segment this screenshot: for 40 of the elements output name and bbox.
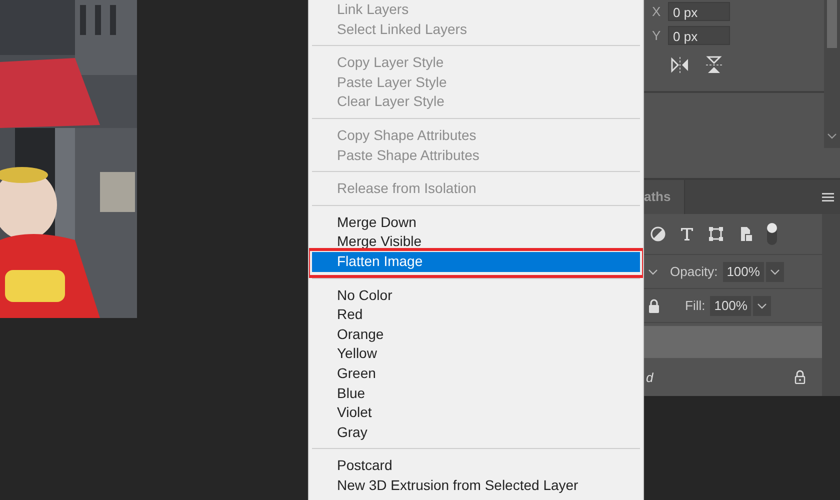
type-layer-icon[interactable] [679, 226, 695, 242]
menu-item[interactable]: Flatten Image [312, 252, 640, 272]
menu-item[interactable]: Postcard [312, 456, 640, 476]
scrollbar[interactable] [822, 214, 840, 396]
dropdown-button[interactable] [766, 262, 784, 282]
menu-item[interactable]: New 3D Extrusion from Selected Layer [312, 476, 640, 496]
flip-horizontal-icon[interactable] [670, 56, 690, 74]
menu-item[interactable]: Merge Down [312, 212, 640, 232]
lock-icon[interactable] [794, 370, 806, 384]
menu-item[interactable]: Merge Visible [312, 232, 640, 252]
chevron-down-icon[interactable] [648, 268, 658, 274]
input-field[interactable]: 0 px [668, 2, 730, 20]
flip-vertical-icon[interactable] [704, 55, 724, 75]
dropdown-button[interactable] [753, 296, 772, 316]
opacity-label: Opacity: [670, 264, 718, 279]
menu-item[interactable]: Yellow [312, 344, 640, 364]
chevron-down-icon [757, 302, 768, 308]
fill-label: Fill: [685, 298, 706, 313]
input-field[interactable]: 0 px [668, 26, 730, 44]
fill-field[interactable]: 100% [710, 296, 752, 316]
menu-item[interactable]: Gray [312, 422, 640, 442]
scrollbar-thumb[interactable] [827, 0, 837, 48]
menu-icon[interactable] [822, 192, 834, 202]
menu-item[interactable]: Blue [312, 384, 640, 404]
scrollbar[interactable] [824, 0, 840, 148]
lock-icon[interactable] [648, 298, 660, 312]
field-label: Y [652, 28, 660, 42]
opacity-field[interactable]: 100% [722, 262, 764, 282]
toggle-icon[interactable] [766, 222, 778, 246]
menu-item[interactable]: Green [312, 364, 640, 384]
transform-icon[interactable] [708, 226, 724, 242]
menu-item[interactable]: Violet [312, 403, 640, 423]
layer-name: d [646, 370, 654, 384]
chevron-down-icon [770, 268, 780, 274]
adjustment-layer-icon[interactable] [650, 226, 666, 242]
menu-item[interactable]: Red [312, 305, 640, 325]
menu-item[interactable]: Orange [312, 324, 640, 344]
menu-item[interactable]: No Color [312, 286, 640, 306]
chevron-down-icon[interactable] [827, 133, 837, 139]
field-label: X [652, 4, 660, 18]
